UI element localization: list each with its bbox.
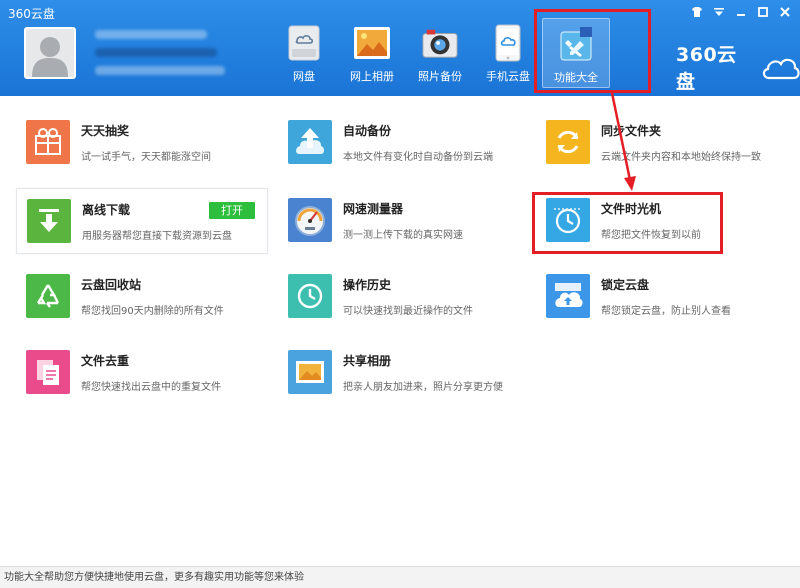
- account-info-blurred: [95, 30, 230, 84]
- photo-album-icon: [353, 24, 391, 62]
- nav-item-features[interactable]: 功能大全: [542, 18, 610, 88]
- feature-desc: 用服务器帮您直接下载资源到云盘: [82, 231, 232, 242]
- feature-time-machine[interactable]: 文件时光机 帮您把文件恢复到以前: [536, 188, 788, 254]
- brand-cloud-icon: [762, 58, 800, 80]
- recycle-icon: [26, 274, 70, 318]
- feature-lucky-draw[interactable]: 天天抽奖 试一试手气，天天都能涨空间: [16, 110, 268, 176]
- nav-item-cloud-drive[interactable]: 网盘: [270, 18, 338, 88]
- nav-item-photo-backup[interactable]: 照片备份: [406, 18, 474, 88]
- feature-speed-test[interactable]: 网速测量器 测一测上传下载的真实网速: [278, 188, 530, 254]
- history-clock-icon: [288, 274, 332, 318]
- feature-desc: 测一测上传下载的真实网速: [343, 230, 463, 241]
- header: 360云盘 网盘 网上相册 照片备份 手机云盘 功能大全 360云盘 安全的保存…: [0, 0, 800, 111]
- feature-title: 锁定云盘: [601, 278, 650, 292]
- main-nav: 网盘 网上相册 照片备份 手机云盘 功能大全: [270, 18, 610, 88]
- shared-album-icon: [288, 350, 332, 394]
- feature-desc: 把亲人朋友加进来，照片分享更方便: [343, 382, 503, 393]
- lock-cloud-icon: [546, 274, 590, 318]
- feature-dedup[interactable]: 文件去重 帮您快速找出云盘中的重复文件: [16, 340, 268, 406]
- nav-label: 网上相册: [350, 70, 394, 83]
- close-icon[interactable]: [776, 4, 794, 20]
- open-button[interactable]: 打开: [209, 202, 255, 219]
- nav-label: 照片备份: [418, 70, 462, 83]
- feature-title: 云盘回收站: [81, 278, 142, 292]
- minimize-icon[interactable]: [732, 4, 750, 20]
- nav-item-photo-album[interactable]: 网上相册: [338, 18, 406, 88]
- feature-title: 共享相册: [343, 354, 392, 368]
- window-controls: [688, 4, 794, 20]
- upload-cloud-icon: [288, 120, 332, 164]
- nav-item-phone-cloud[interactable]: 手机云盘: [474, 18, 542, 88]
- camera-icon: [421, 24, 459, 62]
- nav-label: 手机云盘: [486, 70, 530, 83]
- feature-desc: 云端文件夹内容和本地始终保持一致: [601, 152, 761, 163]
- feature-title: 天天抽奖: [81, 124, 130, 138]
- menu-icon[interactable]: [710, 4, 728, 20]
- feature-history[interactable]: 操作历史 可以快速找到最近操作的文件: [278, 264, 530, 330]
- time-machine-icon: [546, 198, 590, 242]
- feature-recycle-bin[interactable]: 云盘回收站 帮您找回90天内删除的所有文件: [16, 264, 268, 330]
- download-icon: [27, 199, 71, 243]
- cloud-drive-icon: [285, 24, 323, 62]
- feature-desc: 帮您把文件恢复到以前: [601, 230, 701, 241]
- nav-label: 功能大全: [554, 71, 598, 84]
- feature-desc: 试一试手气，天天都能涨空间: [81, 152, 211, 163]
- toolbox-icon: [557, 25, 595, 63]
- status-bar: 功能大全帮助您方便快捷地使用云盘，更多有趣实用功能等您来体验: [0, 566, 800, 588]
- brand-name: 360云盘: [676, 44, 737, 93]
- skin-icon[interactable]: [688, 4, 706, 20]
- feature-offline-download[interactable]: 离线下载 用服务器帮您直接下载资源到云盘 打开: [16, 188, 268, 254]
- feature-title: 同步文件夹: [601, 124, 662, 138]
- feature-shared-album[interactable]: 共享相册 把亲人朋友加进来，照片分享更方便: [278, 340, 530, 406]
- feature-desc: 本地文件有变化时自动备份到云端: [343, 152, 493, 163]
- sync-folder-icon: [546, 120, 590, 164]
- nav-label: 网盘: [293, 70, 315, 83]
- feature-lock-drive[interactable]: 锁定云盘 帮您锁定云盘，防止别人查看: [536, 264, 788, 330]
- avatar[interactable]: [24, 27, 76, 79]
- feature-title: 文件去重: [81, 354, 130, 368]
- brand-slogan: 安全的保存照片和文件: [676, 100, 776, 111]
- duplicate-file-icon: [26, 350, 70, 394]
- feature-title: 文件时光机: [601, 202, 662, 216]
- feature-desc: 帮您锁定云盘，防止别人查看: [601, 306, 731, 317]
- speedometer-icon: [288, 198, 332, 242]
- app-title: 360云盘: [8, 7, 55, 21]
- gift-icon: [26, 120, 70, 164]
- feature-desc: 帮您找回90天内删除的所有文件: [81, 306, 224, 317]
- feature-sync-folder[interactable]: 同步文件夹 云端文件夹内容和本地始终保持一致: [536, 110, 788, 176]
- phone-cloud-icon: [489, 24, 527, 62]
- feature-desc: 可以快速找到最近操作的文件: [343, 306, 473, 317]
- maximize-icon[interactable]: [754, 4, 772, 20]
- status-text: 功能大全帮助您方便快捷地使用云盘，更多有趣实用功能等您来体验: [4, 572, 304, 583]
- feature-title: 操作历史: [343, 278, 392, 292]
- feature-title: 网速测量器: [343, 202, 404, 216]
- feature-auto-backup[interactable]: 自动备份 本地文件有变化时自动备份到云端: [278, 110, 530, 176]
- brand: 360云盘 安全的保存照片和文件: [676, 40, 800, 111]
- feature-title: 自动备份: [343, 124, 392, 138]
- feature-desc: 帮您快速找出云盘中的重复文件: [81, 382, 221, 393]
